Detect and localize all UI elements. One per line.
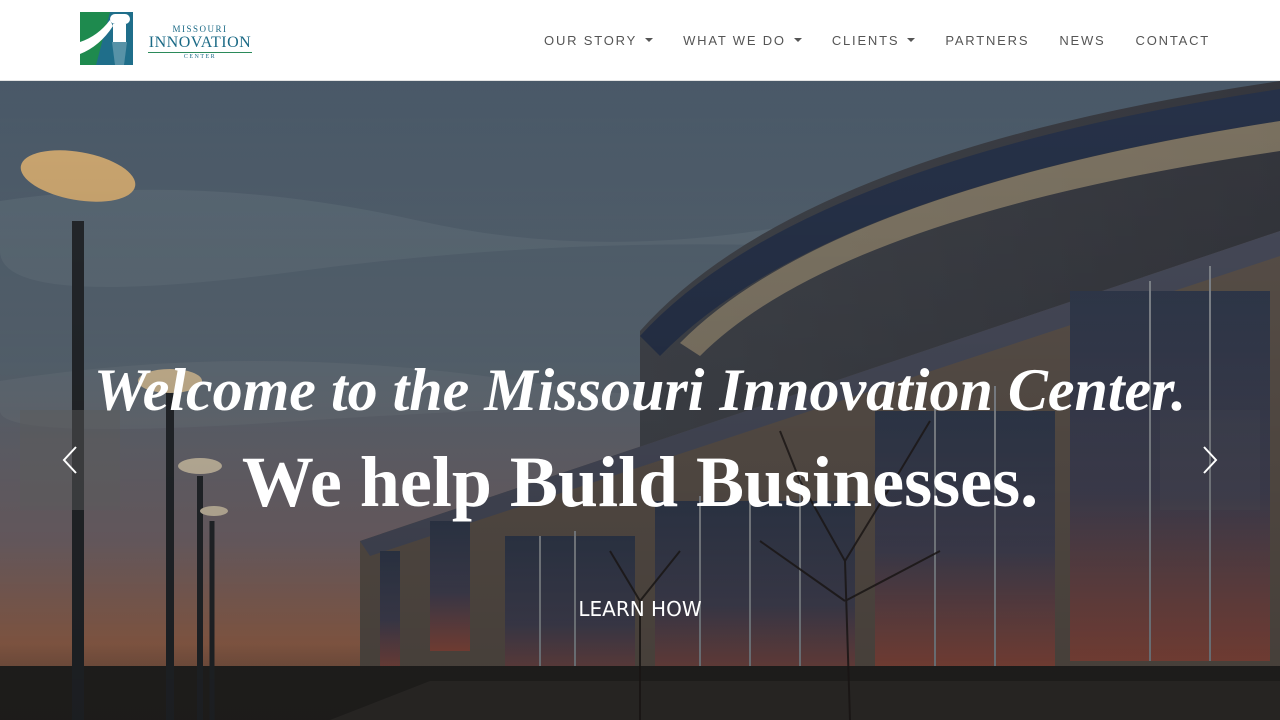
nav-label: OUR STORY — [544, 32, 638, 48]
logo-icon — [80, 12, 133, 65]
hero-tagline: Welcome to the Missouri Innovation Cente… — [93, 357, 1187, 423]
chevron-left-icon — [62, 446, 77, 474]
carousel-prev-button[interactable] — [20, 410, 120, 510]
nav-contact[interactable]: CONTACT — [1136, 33, 1210, 48]
main-nav: OUR STORY WHAT WE DO CLIENTS PARTNERS NE… — [544, 0, 1210, 80]
logo-line-1: MISSOURI — [172, 24, 228, 34]
caret-down-icon — [645, 38, 654, 42]
chevron-right-icon — [1203, 446, 1218, 474]
hero-carousel: Welcome to the Missouri Innovation Cente… — [0, 81, 1280, 720]
nav-label: CLIENTS — [831, 32, 900, 48]
site-logo[interactable]: MISSOURI INNOVATION CENTER — [80, 12, 255, 66]
nav-label: NEWS — [1059, 32, 1106, 48]
nav-what-we-do[interactable]: WHAT WE DO — [683, 33, 802, 48]
hero-headline: We help Build Businesses. — [241, 442, 1039, 522]
carousel-next-button[interactable] — [1160, 410, 1260, 510]
logo-line-3: CENTER — [183, 54, 217, 60]
caret-down-icon — [793, 38, 802, 42]
nav-label: CONTACT — [1135, 32, 1210, 48]
nav-partners[interactable]: PARTNERS — [945, 33, 1029, 48]
logo-divider — [148, 52, 252, 53]
logo-wordmark: MISSOURI INNOVATION CENTER — [146, 24, 254, 61]
nav-our-story[interactable]: OUR STORY — [544, 32, 654, 48]
nav-clients[interactable]: CLIENTS — [832, 33, 916, 48]
logo-line-2: INNOVATION — [148, 34, 252, 51]
nav-label: WHAT WE DO — [683, 32, 786, 48]
learn-how-button[interactable]: LEARN HOW — [560, 591, 720, 627]
caret-down-icon — [907, 38, 916, 42]
nav-news[interactable]: NEWS — [1059, 33, 1105, 48]
site-header: MISSOURI INNOVATION CENTER OUR STORY WHA… — [0, 0, 1280, 81]
nav-label: PARTNERS — [945, 32, 1030, 48]
